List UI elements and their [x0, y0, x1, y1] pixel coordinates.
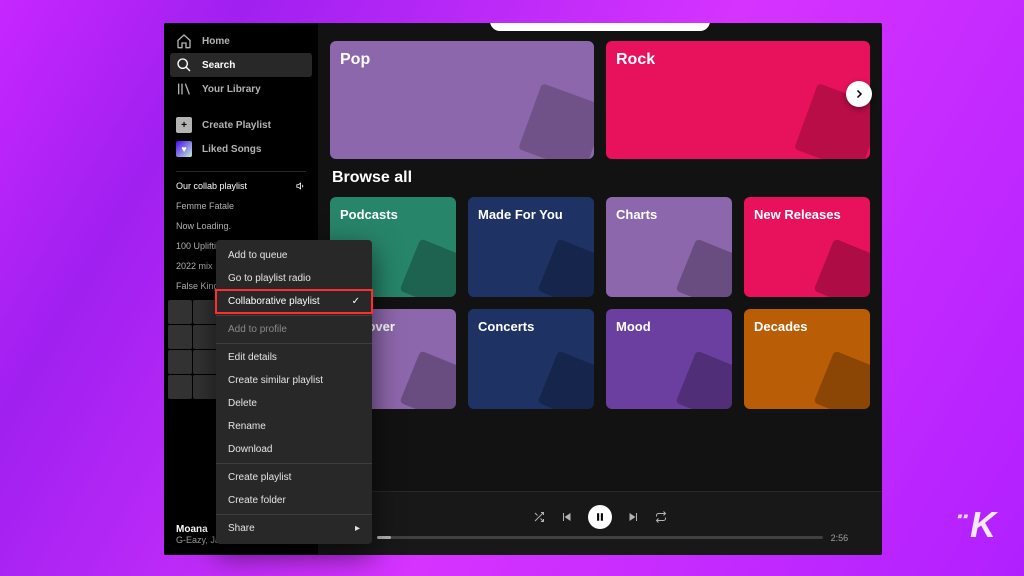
search-input[interactable]: [490, 23, 710, 31]
context-menu-item-label: Share: [228, 523, 255, 534]
section-title: Browse all: [332, 169, 870, 187]
context-menu-item-label: Edit details: [228, 352, 277, 363]
checkmark-icon: ✓: [352, 296, 360, 307]
context-menu-item[interactable]: Go to playlist radio: [216, 267, 372, 290]
browse-content: PopRock Browse all PodcastsMade For YouC…: [318, 41, 882, 491]
sidebar-item-label: Home: [202, 36, 230, 47]
context-menu-item[interactable]: Share ▸: [216, 517, 372, 540]
sidebar-item-library[interactable]: Your Library: [164, 77, 318, 101]
context-menu-item-label: Collaborative playlist: [228, 296, 320, 307]
hero-card[interactable]: Rock: [606, 41, 870, 159]
context-menu-separator: [216, 514, 372, 515]
browse-tile[interactable]: Charts: [606, 197, 732, 297]
context-menu-separator: [216, 463, 372, 464]
shuffle-button[interactable]: [532, 510, 546, 524]
sidebar-item-search[interactable]: Search: [170, 53, 312, 77]
library-icon: [176, 81, 192, 97]
context-menu-item-label: Create similar playlist: [228, 375, 323, 386]
browse-tile[interactable]: New Releases: [744, 197, 870, 297]
browse-tile[interactable]: Mood: [606, 309, 732, 409]
browse-tile[interactable]: Decades: [744, 309, 870, 409]
context-menu-item-label: Delete: [228, 398, 257, 409]
main-area: PopRock Browse all PodcastsMade For YouC…: [318, 23, 882, 555]
context-menu-separator: [216, 343, 372, 344]
sidebar-item-label: Create Playlist: [202, 120, 271, 131]
context-menu-item[interactable]: Delete: [216, 392, 372, 415]
carousel-next-button[interactable]: [846, 81, 872, 107]
context-menu-item[interactable]: Add to profile: [216, 318, 372, 341]
speaker-icon: [296, 181, 306, 191]
playlist-row[interactable]: Our collab playlist: [176, 178, 306, 194]
play-pause-button[interactable]: [588, 505, 612, 529]
sidebar-item-label: Search: [202, 60, 235, 71]
sidebar-liked-songs[interactable]: ♥ Liked Songs: [164, 137, 318, 161]
context-menu-item[interactable]: Create folder: [216, 489, 372, 512]
context-menu-item-label: Rename: [228, 421, 266, 432]
playlist-row[interactable]: Femme Fatale: [176, 198, 306, 214]
player-controls: [532, 505, 668, 529]
browse-grid: PodcastsMade For YouChartsNew ReleasesDi…: [330, 197, 870, 409]
next-button[interactable]: [626, 510, 640, 524]
total-time: 2:56: [831, 533, 849, 543]
top-bar: [318, 23, 882, 41]
context-menu-separator: [216, 315, 372, 316]
context-menu-item-label: Add to queue: [228, 250, 288, 261]
context-menu-item-label: Download: [228, 444, 272, 455]
sidebar-item-label: Liked Songs: [202, 144, 261, 155]
sidebar-create-playlist[interactable]: + Create Playlist: [164, 113, 318, 137]
context-menu-item-label: Add to profile: [228, 324, 287, 335]
previous-button[interactable]: [560, 510, 574, 524]
player-bar: 0:04 2:56: [318, 491, 882, 555]
context-menu-item[interactable]: Rename: [216, 415, 372, 438]
context-menu-item[interactable]: Collaborative playlist ✓: [216, 290, 372, 313]
plus-icon: +: [176, 117, 192, 133]
chevron-right-icon: ▸: [355, 523, 360, 534]
context-menu-item[interactable]: Create playlist: [216, 466, 372, 489]
context-menu-item-label: Go to playlist radio: [228, 273, 311, 284]
home-icon: [176, 33, 192, 49]
context-menu-item-label: Create folder: [228, 495, 286, 506]
browse-tile[interactable]: Made For You: [468, 197, 594, 297]
seek-slider[interactable]: [377, 536, 822, 539]
heart-icon: ♥: [176, 141, 192, 157]
sidebar-item-home[interactable]: Home: [164, 29, 318, 53]
progress-bar[interactable]: 0:04 2:56: [352, 533, 848, 543]
context-menu-item[interactable]: Add to queue: [216, 244, 372, 267]
context-menu-item-label: Create playlist: [228, 472, 291, 483]
context-menu-item[interactable]: Download: [216, 438, 372, 461]
context-menu-item[interactable]: Edit details: [216, 346, 372, 369]
context-menu-item[interactable]: Create similar playlist: [216, 369, 372, 392]
playlist-row[interactable]: Now Loading.: [176, 218, 306, 234]
hero-card[interactable]: Pop: [330, 41, 594, 159]
browse-tile[interactable]: Concerts: [468, 309, 594, 409]
watermark-logo: K: [955, 504, 996, 546]
search-icon: [176, 57, 192, 73]
repeat-button[interactable]: [654, 510, 668, 524]
sidebar-item-label: Your Library: [202, 84, 261, 95]
hero-row: PopRock: [330, 41, 870, 159]
context-menu[interactable]: Add to queue Go to playlist radio Collabor…: [216, 240, 372, 544]
